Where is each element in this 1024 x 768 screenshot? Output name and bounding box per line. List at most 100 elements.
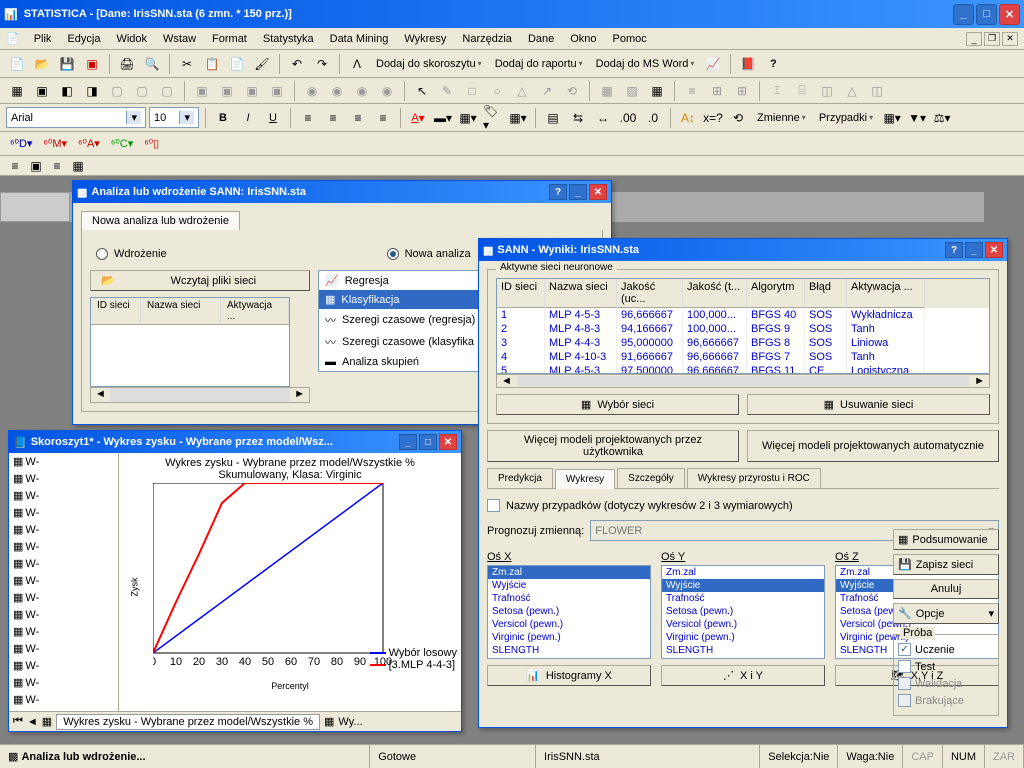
preview-icon[interactable]: 🔍 — [141, 53, 163, 75]
action-skupien[interactable]: ▬Analiza skupień — [319, 353, 493, 371]
list-item[interactable]: Virginic (pewn.) — [662, 631, 824, 644]
pointer-icon[interactable]: ↖ — [411, 80, 433, 102]
minimize-button[interactable]: _ — [399, 434, 417, 450]
menu-format[interactable]: Format — [204, 31, 255, 47]
dec-inc-icon[interactable]: .00 — [617, 107, 639, 129]
maximize-button[interactable]: □ — [419, 434, 437, 450]
workbook-tree[interactable]: ▦W- ▦W- ▦W- ▦W- ▦W- ▦W- ▦W- ▦W- ▦W- ▦W- … — [9, 453, 119, 711]
tab-predykcja[interactable]: Predykcja — [487, 468, 553, 488]
summary-button[interactable]: ▦Podsumowanie — [893, 529, 999, 550]
weight-icon[interactable]: ⚖▾ — [931, 107, 953, 129]
learn-checkbox[interactable]: ✓Uczenie — [898, 641, 994, 658]
tb2-icon[interactable]: ▣ — [241, 80, 263, 102]
menu-datamining[interactable]: Data Mining — [322, 31, 397, 47]
minimize-button[interactable]: _ — [965, 242, 983, 258]
osx-listbox[interactable]: Zm.zalWyjścieTrafnośćSetosa (pewn.)Versi… — [487, 565, 651, 659]
close-button[interactable]: ✕ — [439, 434, 457, 450]
cancel-button[interactable]: Anuluj — [893, 579, 999, 599]
tb2-icon[interactable]: ⊞ — [731, 80, 753, 102]
tb2-icon[interactable]: ◉ — [301, 80, 323, 102]
new-icon[interactable]: 📄 — [6, 53, 28, 75]
tb2-icon[interactable]: ◉ — [376, 80, 398, 102]
hscrollbar[interactable]: ◄► — [496, 374, 990, 388]
underline-icon[interactable]: U — [262, 107, 284, 129]
grid-icon[interactable]: ▦▾ — [507, 107, 529, 129]
tree-item[interactable]: ▦W- — [9, 487, 118, 504]
tb2-icon[interactable]: ◉ — [326, 80, 348, 102]
tab-nowa-analiza[interactable]: Nowa analiza lub wdrożenie — [81, 211, 240, 230]
list-item[interactable]: Setosa (pewn.) — [488, 605, 650, 618]
tb2-icon[interactable]: ⌶ — [766, 80, 788, 102]
tb2-icon[interactable]: ◧ — [56, 80, 78, 102]
more-user-models-button[interactable]: Więcej modeli projektowanych przez użytk… — [487, 430, 739, 462]
font-combo[interactable]: Arial — [6, 107, 146, 128]
col-header[interactable]: Nazwa sieci — [545, 279, 617, 308]
align-right-icon[interactable]: ≡ — [347, 107, 369, 129]
mdi-close-button[interactable]: ✕ — [1002, 32, 1018, 46]
add-workbook-dropdown[interactable]: Dodaj do skoroszytu — [371, 53, 487, 75]
col-header[interactable]: Jakość (uc... — [617, 279, 683, 308]
list-item[interactable]: SLENGTH — [488, 644, 650, 657]
chart-icon[interactable]: 📈 — [702, 53, 724, 75]
tb2-icon[interactable]: ▣ — [191, 80, 213, 102]
mdi-restore-button[interactable]: ❐ — [984, 32, 1000, 46]
sm-icon[interactable]: ≡ — [48, 158, 66, 174]
tb2-icon[interactable]: ▣ — [216, 80, 238, 102]
table-row[interactable]: 2MLP 4-8-394,166667100,000...BFGS 9SOSTa… — [497, 322, 989, 336]
sann-results-titlebar[interactable]: ▩SANN - Wyniki: IrisSNN.sta ? _ ✕ — [479, 239, 1007, 261]
tb2-icon[interactable]: △ — [841, 80, 863, 102]
close-button[interactable]: ✕ — [999, 4, 1020, 25]
col-header[interactable]: ID sieci — [497, 279, 545, 308]
tree-item[interactable]: ▦W- — [9, 572, 118, 589]
tb2-icon[interactable]: ◨ — [81, 80, 103, 102]
tb2-icon[interactable]: ▣ — [266, 80, 288, 102]
tree-item[interactable]: ▦W- — [9, 538, 118, 555]
sm-icon[interactable]: ▣ — [27, 158, 45, 174]
action-regresja[interactable]: 📈Regresja — [319, 271, 493, 290]
mdi-minimize-button[interactable]: _ — [966, 32, 982, 46]
recalc-icon[interactable]: ⟲ — [727, 107, 749, 129]
tb2-icon[interactable]: ▢ — [106, 80, 128, 102]
tree-item[interactable]: ▦W- — [9, 504, 118, 521]
redo-icon[interactable]: ↷ — [311, 53, 333, 75]
tab-nav-prev[interactable]: ◄ — [27, 716, 38, 728]
maximize-button[interactable]: □ — [976, 4, 997, 25]
sm-icon[interactable]: ≡ — [6, 158, 24, 174]
sann-analiza-titlebar[interactable]: ▩Analiza lub wdrożenie SANN: IrisSNN.sta… — [73, 181, 611, 203]
table-row[interactable]: 5MLP 4-5-397,50000096,666667BFGS 11CELog… — [497, 364, 989, 374]
select-networks-button[interactable]: ▦Wybór sieci — [496, 394, 739, 415]
tb2-icon[interactable]: ↗ — [536, 80, 558, 102]
tb2-icon[interactable]: ▢ — [131, 80, 153, 102]
col-header[interactable]: Aktywacja ... — [847, 279, 925, 308]
tree-item[interactable]: ▦W- — [9, 555, 118, 572]
col-header[interactable]: Błąd — [805, 279, 847, 308]
cases-dropdown[interactable]: Przypadki — [814, 107, 878, 129]
table-row[interactable]: 3MLP 4-4-395,00000096,666667BFGS 8SOSLin… — [497, 336, 989, 350]
menu-widok[interactable]: Widok — [108, 31, 155, 47]
histogram-button[interactable]: 📊Histogramy X — [487, 665, 651, 686]
vars-dropdown[interactable]: Zmienne — [752, 107, 811, 129]
help-button[interactable]: ? — [945, 242, 963, 258]
tree-item[interactable]: ▦W- — [9, 606, 118, 623]
minimize-button[interactable]: _ — [953, 4, 974, 25]
open-icon[interactable]: 📂 — [31, 53, 53, 75]
tree-item[interactable]: ▦W- — [9, 470, 118, 487]
tree-item[interactable]: ▦W- — [9, 674, 118, 691]
inc-dec-icon[interactable]: ↔ — [592, 107, 614, 129]
analysis-type-list[interactable]: 📈Regresja ▦Klasyfikacja 〰Szeregi czasowe… — [318, 270, 494, 372]
tree-item[interactable]: ▦W- — [9, 589, 118, 606]
close-button[interactable]: ✕ — [985, 242, 1003, 258]
results-table[interactable]: ID sieci Nazwa sieci Jakość (uc... Jakoś… — [496, 278, 990, 374]
tb2-icon[interactable]: ▦ — [646, 80, 668, 102]
tree-item[interactable]: ▦W- — [9, 691, 118, 708]
tb2-icon[interactable]: ▦ — [596, 80, 618, 102]
list-item[interactable]: Wyjście — [662, 579, 824, 592]
more-auto-models-button[interactable]: Więcej modeli projektowanych automatyczn… — [747, 430, 999, 462]
tab-szczegoly[interactable]: Szczegóły — [617, 468, 685, 488]
case-names-checkbox[interactable]: Nazwy przypadków (dotyczy wykresów 2 i 3… — [487, 495, 999, 516]
print-icon[interactable]: 🖨 — [116, 53, 138, 75]
align-center-icon[interactable]: ≡ — [322, 107, 344, 129]
action-klasyfikacja[interactable]: ▦Klasyfikacja — [319, 290, 493, 309]
list-item[interactable]: Trafność — [662, 592, 824, 605]
add-word-dropdown[interactable]: Dodaj do MS Word — [591, 53, 700, 75]
